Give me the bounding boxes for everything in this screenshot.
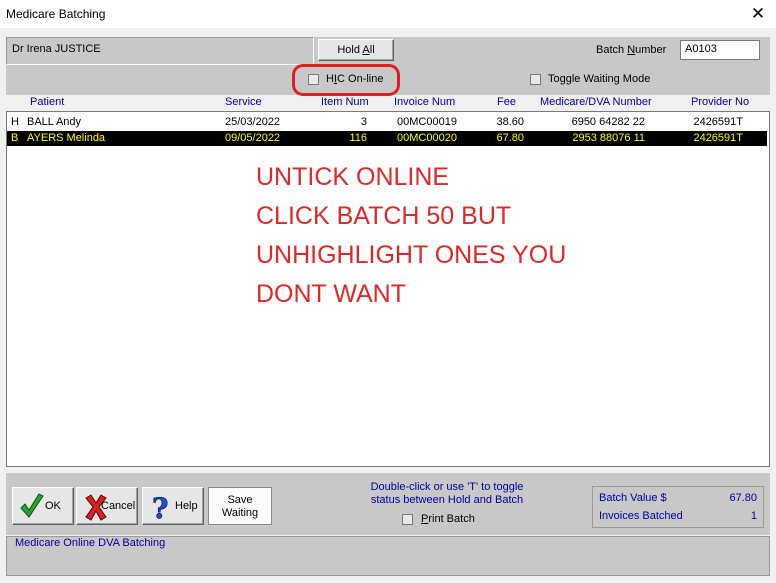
table-row[interactable]: B AYERS Melinda 09/05/2022 116 00MC00020… xyxy=(7,131,767,146)
invoices-batched: 1 xyxy=(750,510,757,522)
row-service: 09/05/2022 xyxy=(225,132,281,144)
window-title: Medicare Batching xyxy=(6,7,106,21)
batch-number-input[interactable]: A0103 xyxy=(680,40,760,60)
batch-value: 67.80 xyxy=(729,492,757,504)
annotation-line: DONT WANT xyxy=(256,280,406,308)
invoices-batched-label: Invoices Batched xyxy=(599,510,683,522)
save-label-line2: Waiting xyxy=(221,507,259,519)
row-medicare: 2953 88076 11 xyxy=(572,132,645,144)
doctor-name: Dr Irena JUSTICE xyxy=(12,43,101,55)
title-bar xyxy=(0,0,776,28)
doctor-panel: Dr Irena JUSTICE xyxy=(6,37,314,65)
status-panel: Medicare Online DVA Batching xyxy=(6,536,770,576)
svg-text:?: ? xyxy=(152,492,168,522)
col-medicare[interactable]: Medicare/DVA Number xyxy=(540,96,652,108)
ok-label: OK xyxy=(45,500,61,512)
row-service: 25/03/2022 xyxy=(225,116,281,128)
print-batch-label[interactable]: Print Batch xyxy=(421,513,475,525)
status-text: Medicare Online DVA Batching xyxy=(15,537,166,549)
help-question-icon: ? xyxy=(152,492,169,522)
annotation-line: CLICK BATCH 50 BUT xyxy=(256,202,512,230)
ok-button[interactable]: OK xyxy=(12,487,74,525)
hold-all-button[interactable]: Hold All xyxy=(318,39,394,61)
row-item: 3 xyxy=(360,116,367,128)
checkmark-icon xyxy=(20,493,44,518)
batch-summary: Batch Value $ 67.80 Invoices Batched 1 xyxy=(592,486,764,528)
help-button[interactable]: ? Help xyxy=(142,487,204,525)
row-provider: 2426591T xyxy=(693,132,743,144)
row-provider: 2426591T xyxy=(693,116,743,128)
print-batch-checkbox[interactable] xyxy=(402,514,413,525)
row-fee: 38.60 xyxy=(496,116,524,128)
toggle-waiting-checkbox[interactable] xyxy=(530,74,541,85)
row-invoice: 00MC00019 xyxy=(397,116,457,128)
annotation-circle xyxy=(292,64,400,96)
batch-number-label: Batch Number xyxy=(596,44,667,56)
col-invoice-num[interactable]: Invoice Num xyxy=(394,96,455,108)
hint-line1: Double-click or use 'T' to toggle xyxy=(370,481,524,493)
row-fee: 67.80 xyxy=(496,132,524,144)
save-label-line1: Save xyxy=(227,494,253,506)
batch-value-label: Batch Value $ xyxy=(599,492,667,504)
row-medicare: 6950 64282 22 xyxy=(571,116,645,128)
col-item-num[interactable]: Item Num xyxy=(321,96,369,108)
annotation-text: UNTICK ONLINE CLICK BATCH 50 BUT UNHIGHL… xyxy=(256,158,566,314)
col-patient[interactable]: Patient xyxy=(30,96,64,108)
row-patient: BALL Andy xyxy=(27,116,82,128)
hold-all-label: Hold All xyxy=(337,44,375,56)
save-waiting-button[interactable]: Save Waiting xyxy=(208,487,272,525)
cancel-button[interactable]: Cancel xyxy=(76,487,138,525)
table-row[interactable]: H BALL Andy 25/03/2022 3 00MC00019 38.60… xyxy=(7,115,767,130)
help-label: Help xyxy=(175,500,198,512)
row-status: H xyxy=(11,116,19,128)
col-fee[interactable]: Fee xyxy=(497,96,516,108)
hint-line2: status between Hold and Batch xyxy=(370,494,524,506)
row-status: B xyxy=(11,132,19,144)
toggle-hint: Double-click or use 'T' to toggle status… xyxy=(352,481,542,507)
close-icon[interactable]: ✕ xyxy=(748,4,768,24)
row-patient: AYERS Melinda xyxy=(27,132,106,144)
toggle-waiting-label[interactable]: Toggle Waiting Mode xyxy=(548,73,650,85)
col-provider[interactable]: Provider No xyxy=(691,96,749,108)
annotation-line: UNHIGHLIGHT ONES YOU xyxy=(256,241,567,269)
row-invoice: 00MC00020 xyxy=(397,132,457,144)
annotation-line: UNTICK ONLINE xyxy=(256,163,450,191)
col-service[interactable]: Service xyxy=(225,96,262,108)
row-item: 116 xyxy=(349,132,367,144)
cancel-label: Cancel xyxy=(101,500,136,512)
